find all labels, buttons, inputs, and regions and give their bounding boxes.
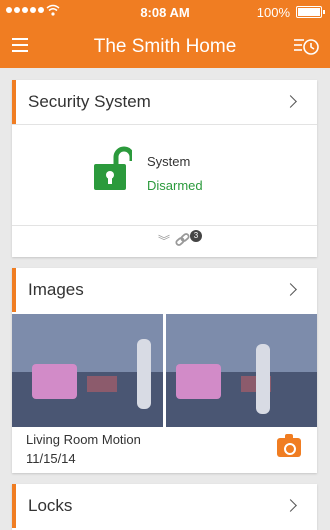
system-state: Disarmed [147,178,203,193]
images-card: Images Living Room Motion 11/15/14 [12,268,317,473]
divider [12,225,317,226]
security-system-header[interactable]: Security System [12,80,317,124]
images-title: Images [28,280,84,299]
unlocked-padlock-icon[interactable] [94,146,132,192]
security-system-card: Security System System Disarmed ︾ 3 [12,80,317,257]
linked-count-badge: 3 [190,230,202,242]
page-title: The Smith Home [93,36,237,57]
image-thumbnails [12,314,317,427]
locks-header[interactable]: Locks [12,484,317,528]
nav-bar: The Smith Home [0,24,330,68]
locks-card: Locks [12,484,317,530]
image-caption-title: Living Room Motion [26,432,141,447]
system-label: System [147,154,191,169]
chevron-right-icon [284,95,297,108]
camera-snapshot[interactable] [166,314,317,427]
camera-icon[interactable] [277,434,301,457]
divider [12,124,317,125]
expand-down-icon[interactable]: ︾ [158,232,170,249]
images-header[interactable]: Images [12,268,317,312]
camera-snapshot[interactable] [12,314,163,427]
history-icon[interactable] [292,34,320,58]
security-system-title: Security System [28,92,151,111]
status-bar: 8:08 AM 100% [0,0,330,24]
locks-title: Locks [28,496,73,515]
image-caption-date: 11/15/14 [26,451,76,466]
chevron-right-icon [284,283,297,296]
link-icon[interactable] [175,233,191,247]
chevron-right-icon [284,499,297,512]
battery-icon [296,6,325,18]
battery-percentage: 100% [256,5,290,20]
